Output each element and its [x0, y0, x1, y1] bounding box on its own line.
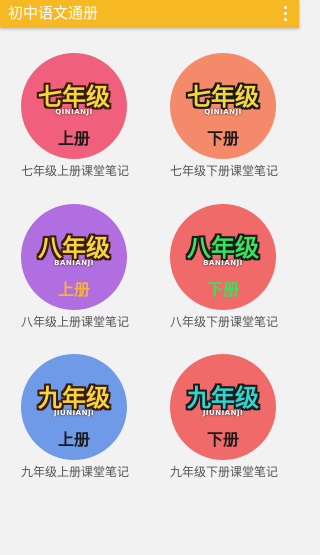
badge-grade-text: 七年级 — [187, 83, 259, 111]
app-bar: 初中语文通册 — [0, 0, 299, 28]
grade7-vol1-badge: 七年级 QINIANJI 上册 — [21, 53, 127, 159]
card-grade9-vol1[interactable]: 九年级 JIUNIANJI 上册 九年级上册课堂笔记 — [0, 354, 150, 504]
badge-pinyin-text: JIUNIANJI — [202, 409, 244, 417]
badge-grade-text: 九年级 — [187, 384, 259, 412]
card-caption: 九年级下册课堂笔记 — [169, 465, 278, 479]
badge-pinyin-text: QINIANJI — [55, 108, 93, 116]
grade7-vol2-badge: 七年级 QINIANJI 下册 — [170, 53, 276, 159]
badge-volume-text: 上册 — [57, 129, 90, 148]
card-caption: 八年级上册课堂笔记 — [20, 315, 129, 329]
badge-volume-text: 上册 — [57, 430, 90, 449]
grade8-vol1-badge: 八年级 BANIANJI 上册 — [21, 204, 127, 310]
badge-pinyin-text: QINIANJI — [204, 108, 242, 116]
badge-volume-text: 下册 — [206, 129, 239, 148]
grade9-vol2-badge: 九年级 JIUNIANJI 下册 — [170, 354, 276, 460]
badge-volume-text: 下册 — [206, 430, 239, 449]
badge-volume-text: 下册 — [206, 280, 239, 299]
grade9-vol1-badge: 九年级 JIUNIANJI 上册 — [21, 354, 127, 460]
card-grade9-vol2[interactable]: 九年级 JIUNIANJI 下册 九年级下册课堂笔记 — [149, 354, 299, 504]
card-grade7-vol2[interactable]: 七年级 QINIANJI 下册 七年级下册课堂笔记 — [149, 53, 299, 203]
app-title: 初中语文通册 — [8, 4, 99, 22]
card-caption: 八年级下册课堂笔记 — [169, 315, 278, 329]
card-caption: 七年级下册课堂笔记 — [169, 164, 278, 178]
card-caption: 九年级上册课堂笔记 — [20, 465, 129, 479]
card-grade7-vol1[interactable]: 七年级 QINIANJI 上册 七年级上册课堂笔记 — [0, 53, 150, 203]
badge-grade-text: 八年级 — [187, 234, 259, 262]
badge-grade-text: 七年级 — [38, 83, 110, 111]
grade8-vol2-badge: 八年级 BANIANJI 下册 — [170, 204, 276, 310]
card-caption: 七年级上册课堂笔记 — [20, 164, 129, 178]
more-vert-icon[interactable] — [279, 4, 293, 24]
badge-volume-text: 上册 — [57, 280, 90, 299]
badge-pinyin-text: BANIANJI — [54, 259, 94, 267]
card-grade8-vol1[interactable]: 八年级 BANIANJI 上册 八年级上册课堂笔记 — [0, 204, 150, 354]
badge-pinyin-text: JIUNIANJI — [53, 409, 95, 417]
badge-grade-text: 九年级 — [38, 384, 110, 412]
card-grade8-vol2[interactable]: 八年级 BANIANJI 下册 八年级下册课堂笔记 — [149, 204, 299, 354]
badge-grade-text: 八年级 — [38, 234, 110, 262]
badge-pinyin-text: BANIANJI — [203, 259, 243, 267]
